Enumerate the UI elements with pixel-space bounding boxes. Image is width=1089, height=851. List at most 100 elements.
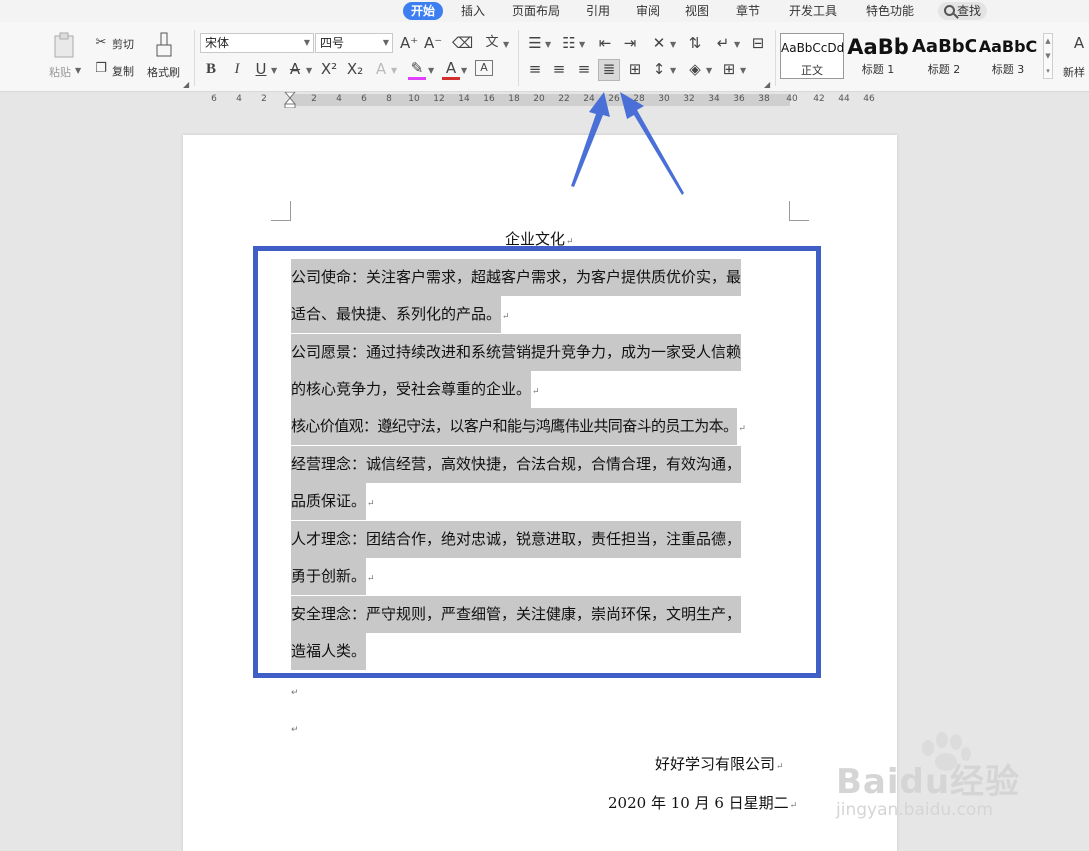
tab-references[interactable]: 引用 <box>586 2 610 20</box>
new-style-icon[interactable]: A <box>1070 34 1088 52</box>
highlight-color-icon[interactable]: ✎ <box>408 59 426 80</box>
decrease-indent-icon[interactable]: ⇤ <box>596 34 614 52</box>
tab-page-layout[interactable]: 页面布局 <box>512 2 560 20</box>
paragraph-mark-icon: ↵ <box>776 762 784 772</box>
clipboard-expand-icon[interactable]: ◢ <box>183 80 189 89</box>
ruler-tick: 28 <box>633 94 645 104</box>
chevron-down-icon[interactable]: ▼ <box>503 40 509 49</box>
chevron-down-icon[interactable]: ▼ <box>545 40 551 49</box>
ruler-tick: 20 <box>533 94 545 104</box>
increase-font-icon[interactable]: A⁺ <box>400 34 418 52</box>
style-heading-3[interactable]: AaBbC 标题 3 <box>976 33 1040 79</box>
chevron-down-icon[interactable]: ▼ <box>306 66 312 75</box>
horizontal-ruler[interactable]: 6 4 2 2 4 6 8 10 12 14 16 18 20 22 24 26… <box>0 92 1089 108</box>
line-spacing-icon[interactable]: ↕ <box>650 60 668 78</box>
chevron-down-icon[interactable]: ▼ <box>734 40 740 49</box>
style-name: 正文 <box>801 64 823 77</box>
chevron-down-icon[interactable]: ▼ <box>461 66 467 75</box>
chevron-down-icon[interactable]: ▼ <box>740 66 746 75</box>
format-painter-button[interactable]: 格式刷 <box>147 64 180 80</box>
ribbon-tab-bar: 开始 插入 页面布局 引用 审阅 视图 章节 开发工具 特色功能 查找 <box>0 0 1089 22</box>
subscript-icon[interactable]: X₂ <box>344 60 366 78</box>
font-name-select[interactable]: 宋体 ▼ <box>200 33 314 53</box>
tab-review[interactable]: 审阅 <box>636 2 660 20</box>
font-name-value: 宋体 <box>205 36 230 50</box>
paste-button[interactable]: 粘贴 <box>49 64 71 80</box>
copy-button[interactable]: 复制 <box>112 63 134 79</box>
document-date[interactable]: 2020 年 10 月 6 日星期二↵ <box>608 792 797 813</box>
justify-icon[interactable]: ≣ <box>598 59 620 81</box>
ruler-tick: 6 <box>211 94 217 104</box>
chevron-down-icon[interactable]: ▼ <box>271 66 277 75</box>
paragraph-mark-icon: ↵ <box>291 725 299 735</box>
copy-icon: ❐ <box>95 61 107 76</box>
shading-icon[interactable]: ◈ <box>686 60 704 78</box>
paragraph-expand-icon[interactable]: ◢ <box>764 80 770 89</box>
numbered-list-icon[interactable]: ☷ <box>560 34 578 52</box>
borders-icon[interactable]: ⊞ <box>720 60 738 78</box>
paste-dropdown-icon[interactable]: ▼ <box>75 66 81 75</box>
style-sample: AaBbCcDd <box>781 41 843 55</box>
strikethrough-icon[interactable]: A <box>286 60 304 78</box>
new-style-button[interactable]: 新样 <box>1063 64 1085 80</box>
tab-home[interactable]: 开始 <box>403 2 444 20</box>
ruler-tick: 24 <box>583 94 595 104</box>
tab-ruler-icon[interactable]: ⊟ <box>748 34 768 52</box>
tab-chapter[interactable]: 章节 <box>736 2 760 20</box>
phonetic-guide-icon[interactable]: 文 <box>480 34 504 52</box>
chevron-down-icon[interactable]: ▼ <box>670 40 676 49</box>
paste-icon[interactable] <box>52 32 76 58</box>
bullet-list-icon[interactable]: ☰ <box>526 34 544 52</box>
paragraph-mark-icon: ↵ <box>291 688 299 698</box>
ruler-tick: 42 <box>813 94 825 104</box>
align-left-icon[interactable]: ≡ <box>526 60 544 78</box>
character-border-icon[interactable]: A <box>475 60 493 76</box>
superscript-icon[interactable]: X² <box>318 60 340 78</box>
tab-developer[interactable]: 开发工具 <box>789 2 837 20</box>
italic-icon[interactable]: I <box>228 60 246 78</box>
chevron-down-icon[interactable]: ▼ <box>706 66 712 75</box>
show-marks-icon[interactable]: ↵ <box>714 34 732 52</box>
ruler-tick: 8 <box>386 94 392 104</box>
ruler-tick: 12 <box>433 94 445 104</box>
margin-corner-mark <box>271 201 291 221</box>
chevron-down-icon[interactable]: ▼ <box>391 66 397 75</box>
sort-icon[interactable]: ⇅ <box>686 34 704 52</box>
cut-button[interactable]: 剪切 <box>112 36 134 52</box>
style-heading-2[interactable]: AaBbC 标题 2 <box>912 33 976 79</box>
style-normal[interactable]: AaBbCcDd 正文 <box>780 33 844 79</box>
ruler-tick: 36 <box>733 94 745 104</box>
align-center-icon[interactable]: ≡ <box>550 60 568 78</box>
chinese-layout-icon[interactable]: ✕ <box>650 34 668 52</box>
ruler-tick: 4 <box>236 94 242 104</box>
font-color-icon[interactable]: A <box>442 59 460 80</box>
style-gallery-scroll[interactable]: ▲ ▼ ▾ <box>1043 33 1053 79</box>
text-effect-icon[interactable]: A <box>372 60 390 78</box>
tab-insert[interactable]: 插入 <box>461 2 485 20</box>
chevron-down-icon[interactable]: ▼ <box>428 66 434 75</box>
decrease-font-icon[interactable]: A⁻ <box>424 34 442 52</box>
chevron-down-icon[interactable]: ▼ <box>579 40 585 49</box>
ruler-tick: 46 <box>863 94 875 104</box>
align-right-icon[interactable]: ≡ <box>575 60 593 78</box>
tab-special-features[interactable]: 特色功能 <box>866 2 914 20</box>
date-text: 2020 年 10 月 6 日星期二 <box>608 794 789 812</box>
style-heading-1[interactable]: AaBb 标题 1 <box>846 33 910 79</box>
ruler-tick: 40 <box>786 94 798 104</box>
tab-view[interactable]: 视图 <box>685 2 709 20</box>
group-divider <box>518 30 519 86</box>
chevron-down-icon[interactable]: ▼ <box>670 66 676 75</box>
underline-icon[interactable]: U <box>252 60 270 78</box>
format-painter-icon[interactable] <box>154 32 174 58</box>
increase-indent-icon[interactable]: ⇥ <box>621 34 639 52</box>
clear-format-icon[interactable]: ⌫ <box>452 34 473 52</box>
company-signature[interactable]: 好好学习有限公司↵ <box>655 753 784 774</box>
search-button[interactable]: 查找 <box>938 2 988 20</box>
search-label: 查找 <box>957 4 982 18</box>
style-name: 标题 1 <box>861 63 895 76</box>
indent-marker-icon[interactable] <box>284 92 296 108</box>
font-size-select[interactable]: 四号 ▼ <box>315 33 393 53</box>
distributed-align-icon[interactable]: ⊞ <box>625 60 645 78</box>
ruler-tick: 4 <box>336 94 342 104</box>
bold-icon[interactable]: B <box>202 60 220 78</box>
